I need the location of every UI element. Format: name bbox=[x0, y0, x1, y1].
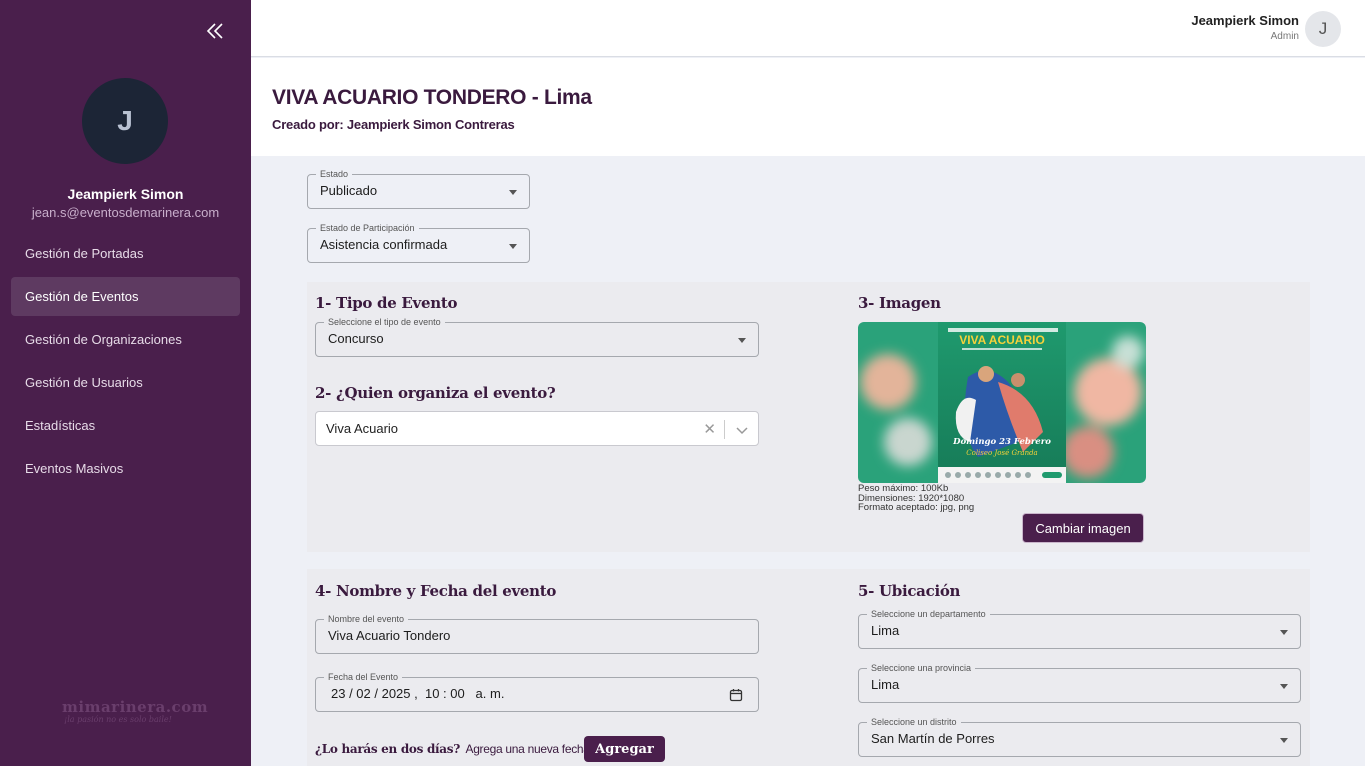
sidebar-item-portadas[interactable]: Gestión de Portadas bbox=[11, 234, 240, 273]
page-subtitle: Creado por: Jeampierk Simon Contreras bbox=[272, 117, 515, 132]
department-select[interactable]: Seleccione un departamento Lima bbox=[858, 609, 1301, 649]
province-label: Seleccione una provincia bbox=[867, 663, 976, 673]
sidebar-nav: Gestión de Portadas Gestión de Eventos G… bbox=[11, 234, 240, 492]
event-date-value: 23 / 02 / 2025 , 10 : 00 a. m. bbox=[331, 686, 505, 701]
participacion-value: Asistencia confirmada bbox=[320, 237, 448, 252]
page-header: VIVA ACUARIO TONDERO - Lima Creado por: … bbox=[251, 58, 1365, 156]
brand-watermark: mimarinera.com ¡la pasión no es solo bai… bbox=[62, 698, 208, 724]
tipo-evento-label: Seleccione el tipo de evento bbox=[324, 317, 445, 327]
estado-value: Publicado bbox=[320, 183, 378, 198]
poster-date: Domingo 23 Febrero bbox=[952, 437, 1051, 447]
chevron-down-icon[interactable] bbox=[736, 423, 748, 435]
province-select[interactable]: Seleccione una provincia Lima bbox=[858, 663, 1301, 703]
calendar-icon[interactable] bbox=[729, 688, 743, 702]
chevron-down-icon bbox=[509, 190, 517, 195]
chevron-down-icon bbox=[1280, 684, 1288, 689]
watermark-tagline: ¡la pasión no es solo baile! bbox=[64, 715, 172, 724]
topbar-avatar[interactable]: J bbox=[1305, 11, 1341, 47]
sidebar-avatar: J bbox=[82, 78, 168, 164]
sidebar-user-email: jean.s@eventosdemarinera.com bbox=[31, 205, 220, 220]
topbar: Jeampierk Simon Admin J bbox=[251, 0, 1365, 57]
image-formats: Formato aceptado: jpg, png bbox=[858, 502, 975, 513]
poster-place: Coliseo José Granda bbox=[966, 449, 1037, 457]
sidebar-item-eventos-masivos[interactable]: Eventos Masivos bbox=[11, 449, 240, 488]
event-name-input[interactable]: Nombre del evento Viva Acuario Tondero bbox=[315, 614, 759, 654]
clear-icon[interactable]: ✕ bbox=[703, 420, 716, 438]
event-date-input[interactable]: Fecha del Evento 23 / 02 / 2025 , 10 : 0… bbox=[315, 672, 759, 712]
tipo-evento-select[interactable]: Seleccione el tipo de evento Concurso bbox=[315, 317, 759, 357]
section-1-title: 1- Tipo de Evento bbox=[315, 294, 458, 312]
select-separator bbox=[724, 420, 725, 439]
event-name-label: Nombre del evento bbox=[324, 614, 409, 624]
district-value: San Martín de Porres bbox=[871, 731, 995, 746]
sidebar-user-name: Jeampierk Simon bbox=[67, 186, 184, 202]
estado-select[interactable]: Estado Publicado bbox=[307, 169, 530, 209]
tipo-evento-value: Concurso bbox=[328, 331, 384, 346]
section-2-title: 2- ¿Quien organiza el evento? bbox=[315, 384, 556, 402]
collapse-sidebar-icon[interactable] bbox=[203, 20, 227, 42]
watermark-name: mimarinera.com bbox=[62, 698, 209, 716]
district-select[interactable]: Seleccione un distrito San Martín de Por… bbox=[858, 717, 1301, 757]
topbar-user-info: Jeampierk Simon Admin bbox=[1191, 13, 1299, 42]
chevron-down-icon bbox=[509, 244, 517, 249]
sidebar-item-eventos[interactable]: Gestión de Eventos bbox=[11, 277, 240, 316]
sidebar: J Jeampierk Simon jean.s@eventosdemarine… bbox=[0, 0, 251, 766]
poster-title: VIVA ACUARIO bbox=[959, 333, 1045, 347]
district-label: Seleccione un distrito bbox=[867, 717, 961, 727]
sidebar-item-usuarios[interactable]: Gestión de Usuarios bbox=[11, 363, 240, 402]
chevron-down-icon bbox=[738, 338, 746, 343]
section-4-title: 4- Nombre y Fecha del evento bbox=[315, 582, 557, 600]
two-days-hint: Agrega una nueva fecha bbox=[465, 742, 590, 756]
change-image-button[interactable]: Cambiar imagen bbox=[1022, 513, 1144, 543]
province-value: Lima bbox=[871, 677, 900, 692]
page-title: VIVA ACUARIO TONDERO - Lima bbox=[272, 86, 592, 109]
section-3-title: 3- Imagen bbox=[858, 294, 941, 312]
estado-label: Estado bbox=[316, 169, 353, 179]
topbar-user-role: Admin bbox=[1270, 31, 1299, 42]
event-date-label: Fecha del Evento bbox=[324, 672, 403, 682]
participacion-label: Estado de Participación bbox=[316, 223, 419, 233]
chevron-down-icon bbox=[1280, 630, 1288, 635]
add-date-button[interactable]: Agregar bbox=[584, 736, 665, 762]
department-label: Seleccione un departamento bbox=[867, 609, 990, 619]
chevron-down-icon bbox=[1280, 738, 1288, 743]
two-days-question: ¿Lo harás en dos días? bbox=[315, 742, 460, 756]
organizer-value: Viva Acuario bbox=[326, 421, 399, 436]
two-days-row: ¿Lo harás en dos días? Agrega una nueva … bbox=[315, 742, 590, 756]
image-requirements: Peso máximo: 100Kb Dimensiones: 1920*108… bbox=[858, 484, 974, 513]
sidebar-item-estadisticas[interactable]: Estadísticas bbox=[11, 406, 240, 445]
topbar-user-name: Jeampierk Simon bbox=[1191, 13, 1299, 28]
event-name-value: Viva Acuario Tondero bbox=[328, 628, 451, 643]
event-poster-image: VIVA ACUARIO Domingo 23 Febrero Coliseo … bbox=[858, 322, 1146, 483]
organizer-select[interactable]: Viva Acuario ✕ bbox=[315, 411, 759, 446]
participacion-select[interactable]: Estado de Participación Asistencia confi… bbox=[307, 223, 530, 263]
section-5-title: 5- Ubicación bbox=[858, 582, 961, 600]
sidebar-item-organizaciones[interactable]: Gestión de Organizaciones bbox=[11, 320, 240, 359]
department-value: Lima bbox=[871, 623, 900, 638]
